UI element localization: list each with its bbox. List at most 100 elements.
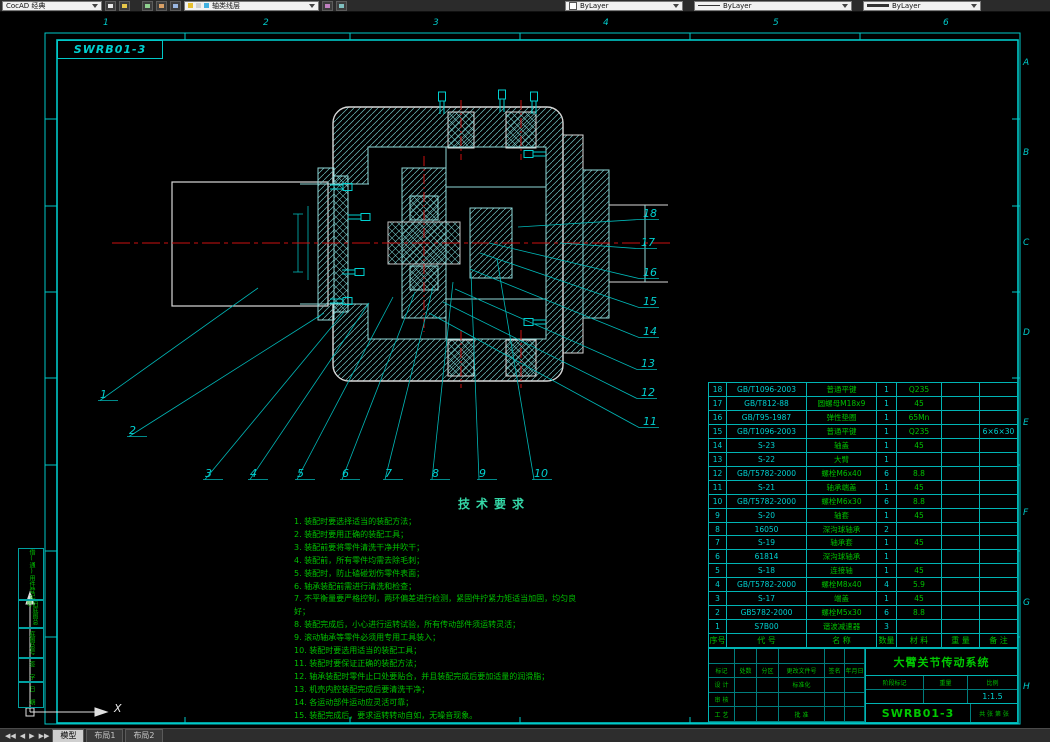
bom-weight — [942, 620, 980, 635]
tab-nav-next[interactable]: ▶ — [28, 732, 35, 740]
bom-material: 45 — [897, 564, 942, 579]
table-row: 2 GB5782-2000 螺栓M5x30 6 8.8 — [709, 606, 1018, 621]
bom-no: 5 — [709, 564, 727, 579]
tab-layout2[interactable]: 布局2 — [125, 729, 163, 742]
bom-name: 大臂 — [807, 452, 877, 467]
new-file-icon[interactable] — [105, 0, 116, 11]
tech-requirements-list: 1. 装配时要选择适当的装配方法； 2. 装配时要用正确的装配工具； 3. 装配… — [294, 516, 586, 723]
chevron-down-icon — [971, 3, 977, 8]
tb-label: 分区 — [757, 663, 779, 679]
tab-nav-prev[interactable]: ◀ — [19, 732, 26, 740]
bom-no: 3 — [709, 592, 727, 607]
table-row: 13 S-22 大臂 1 — [709, 452, 1018, 467]
open-file-icon[interactable] — [119, 0, 130, 11]
table-row: 17 GB/T812-88 圆螺母M18x9 1 45 — [709, 396, 1018, 411]
tech-item: 2. 装配时要用正确的装配工具； — [294, 529, 409, 539]
ucs-x-label: X — [114, 702, 122, 715]
side-block-date: 日 期 — [18, 682, 44, 708]
title-block-signoff: 标记 处数 分区 更改文件号 签名 年月日 设 计 标准化 审 核 工 艺 批 … — [709, 649, 866, 722]
bom-code: S-20 — [727, 508, 807, 523]
tb-role-approve: 批 准 — [779, 707, 825, 722]
tb-role-check: 审 核 — [709, 692, 735, 708]
layer-properties-icon[interactable] — [322, 0, 333, 11]
tech-item: 4. 装配前，所有零件均需去除毛刺； — [294, 555, 425, 565]
tb-scale-label: 比例 — [986, 680, 999, 687]
callout-label: 16 — [643, 266, 657, 279]
bom-remark — [980, 494, 1018, 509]
table-row: 1 S7B00 谐波减速器 3 — [709, 620, 1018, 635]
callout-label: 15 — [643, 295, 657, 308]
linetype-icon — [698, 5, 720, 6]
bom-name: 螺栓M6x40 — [807, 466, 877, 481]
plot-icon[interactable] — [156, 0, 167, 11]
bom-no: 8 — [709, 522, 727, 537]
table-row: 4 GB/T5782-2000 螺栓M8x40 4 5.9 — [709, 578, 1018, 593]
callout-label: 9 — [479, 467, 486, 480]
zone-col-label: 6 — [943, 18, 949, 28]
layers-icon[interactable] — [170, 0, 181, 11]
bom-header-remark: 备 注 — [980, 634, 1018, 649]
bom-weight — [942, 564, 980, 579]
bom-qty: 1 — [877, 383, 897, 397]
color-dropdown[interactable]: ByLayer — [565, 0, 683, 11]
linetype-label: ByLayer — [723, 1, 752, 10]
bom-qty: 4 — [877, 578, 897, 593]
bom-qty: 3 — [877, 620, 897, 635]
tab-layout1[interactable]: 布局1 — [86, 729, 124, 742]
table-row: 12 GB/T5782-2000 螺栓M6x40 6 8.8 — [709, 466, 1018, 481]
bom-weight — [942, 578, 980, 593]
tb-scale-value: 1:1.5 — [982, 692, 1003, 701]
lineweight-dropdown[interactable]: ByLayer — [863, 0, 981, 11]
tab-model[interactable]: 模型 — [52, 729, 85, 742]
callout-label: 2 — [129, 424, 136, 437]
bom-name: 弹性垫圈 — [807, 410, 877, 425]
bom-qty: 1 — [877, 396, 897, 411]
bom-no: 2 — [709, 606, 727, 621]
layer-dropdown[interactable]: 轴类线层 — [184, 0, 319, 11]
bom-code: S-18 — [727, 564, 807, 579]
table-row: 8 16050 深沟球轴承 2 — [709, 522, 1018, 537]
bom-name: 深沟球轴承 — [807, 522, 877, 537]
bom-material: 45 — [897, 396, 942, 411]
callout-label: 18 — [643, 207, 657, 220]
chevron-down-icon — [673, 3, 679, 8]
bom-header-weight: 重 量 — [942, 634, 980, 649]
callout-label: 4 — [250, 467, 257, 480]
save-file-icon[interactable] — [142, 0, 153, 11]
bom-weight — [942, 396, 980, 411]
bom-name: 螺栓M8x40 — [807, 578, 877, 593]
callout-label: 13 — [641, 357, 655, 370]
tech-item: 13. 机壳内腔装配完成后要清洗干净； — [294, 684, 430, 694]
tab-nav-first[interactable]: ◀◀ — [4, 732, 17, 740]
tb-role-process: 工 艺 — [709, 707, 735, 722]
bom-name: 轴盖 — [807, 438, 877, 453]
table-row: 11 S-21 轴承端盖 1 45 — [709, 480, 1018, 495]
bom-code: S-22 — [727, 452, 807, 467]
table-row: 5 S-18 连接轴 1 45 — [709, 564, 1018, 579]
bom-qty: 2 — [877, 522, 897, 537]
bom-material: 5.9 — [897, 578, 942, 593]
tb-label: 签名 — [825, 663, 845, 679]
tb-role-design: 设 计 — [709, 678, 735, 693]
bom-name: 圆螺母M18x9 — [807, 396, 877, 411]
table-row: 9 S-20 轴套 1 45 — [709, 508, 1018, 523]
bom-weight — [942, 536, 980, 551]
zone-col-label: 2 — [263, 18, 269, 28]
bom-qty: 6 — [877, 494, 897, 509]
bom-material — [897, 522, 942, 537]
layer-previous-icon[interactable] — [336, 0, 347, 11]
bom-no: 6 — [709, 550, 727, 565]
bom-header-code: 代 号 — [727, 634, 807, 649]
tab-nav-last[interactable]: ▶▶ — [38, 732, 51, 740]
table-row: 14 S-23 轴盖 1 45 — [709, 438, 1018, 453]
bom-material: 8.8 — [897, 494, 942, 509]
bom-remark — [980, 480, 1018, 495]
workspace-dropdown[interactable]: CocAD 经典 — [2, 0, 102, 11]
tb-label: 更改文件号 — [779, 663, 825, 679]
bom-name: 深沟球轴承 — [807, 550, 877, 565]
linetype-dropdown[interactable]: ByLayer — [694, 0, 852, 11]
table-row: 6 61814 深沟球轴承 1 — [709, 550, 1018, 565]
callout-label: 3 — [205, 467, 212, 480]
tech-item: 1. 装配时要选择适当的装配方法； — [294, 517, 417, 526]
document-code-box: SWRB01-3 — [57, 40, 163, 59]
